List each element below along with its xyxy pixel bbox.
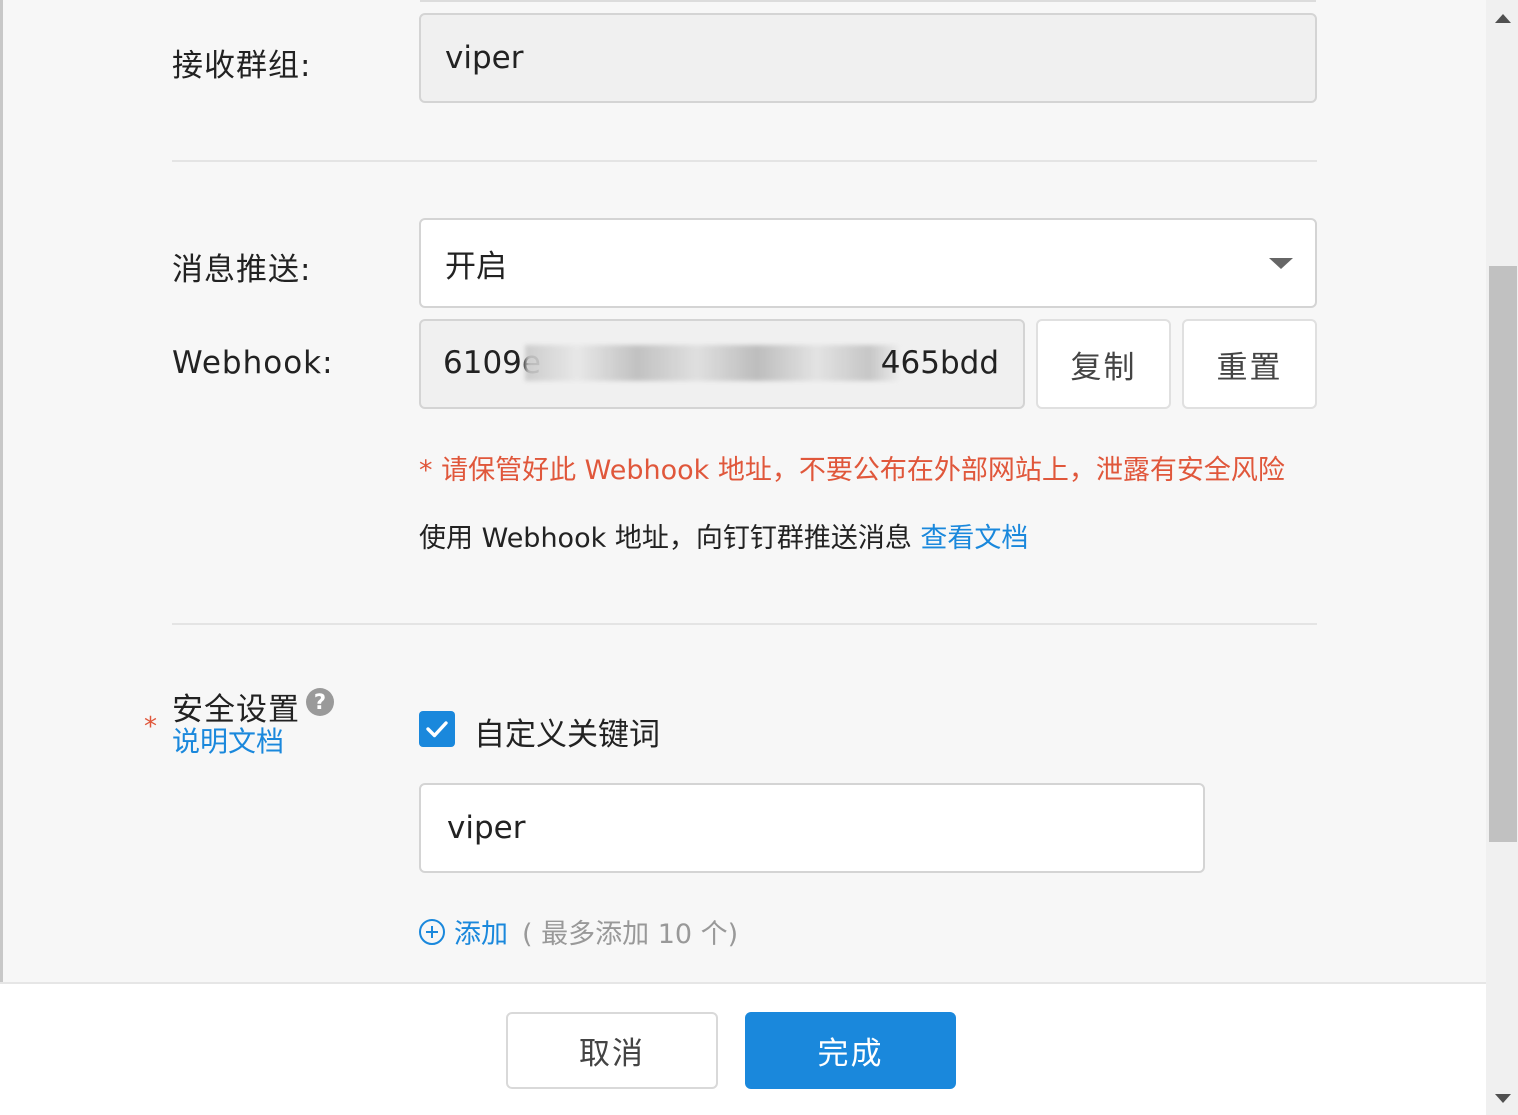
check-icon: [426, 721, 448, 738]
scroll-down-icon[interactable]: [1495, 1094, 1511, 1103]
add-keyword-button[interactable]: 添加: [454, 912, 508, 951]
keyword-value: viper: [447, 810, 526, 846]
divider: [172, 623, 1317, 625]
top-border: [420, 0, 1316, 2]
left-edge: [0, 0, 3, 1115]
keyword-checkbox-label[interactable]: 自定义关键词: [474, 709, 660, 754]
webhook-info-text: 使用 Webhook 地址，向钉钉群推送消息: [419, 523, 921, 554]
copy-button[interactable]: 复制: [1036, 319, 1171, 409]
scroll-up-icon[interactable]: [1495, 14, 1511, 23]
push-selected-value: 开启: [445, 248, 507, 285]
push-select[interactable]: 开启: [419, 218, 1317, 308]
cancel-button[interactable]: 取消: [506, 1012, 718, 1089]
webhook-warning: * 请保管好此 Webhook 地址，不要公布在外部网站上，泄露有安全风险: [419, 455, 1285, 486]
plus-circle-icon[interactable]: [418, 918, 446, 946]
divider: [172, 160, 1317, 162]
add-keyword-row: 添加 ( 最多添加 10 个): [418, 912, 738, 951]
vertical-scrollbar[interactable]: [1486, 0, 1518, 1115]
dialog-footer: [0, 982, 1486, 1115]
webhook-info: 使用 Webhook 地址，向钉钉群推送消息 查看文档: [419, 516, 1028, 555]
push-label: 消息推送:: [172, 252, 312, 288]
group-field: viper: [419, 13, 1317, 103]
group-label: 接收群组:: [172, 48, 312, 84]
reset-button[interactable]: 重置: [1182, 319, 1317, 409]
webhook-field[interactable]: 6109e 465bdd: [419, 319, 1025, 409]
security-doc-link[interactable]: 说明文档: [172, 720, 284, 760]
scroll-thumb[interactable]: [1489, 266, 1517, 842]
help-icon[interactable]: ?: [306, 688, 334, 716]
required-mark: *: [144, 712, 157, 742]
view-docs-link[interactable]: 查看文档: [920, 523, 1028, 554]
keyword-checkbox[interactable]: [419, 711, 455, 747]
keyword-input[interactable]: viper: [419, 783, 1205, 873]
webhook-label: Webhook:: [172, 345, 334, 381]
chevron-down-icon: [1269, 258, 1293, 269]
add-keyword-hint: ( 最多添加 10 个): [522, 919, 739, 950]
group-value: viper: [445, 40, 524, 76]
webhook-redacted-mask: [525, 345, 899, 381]
webhook-value-end: 465bdd: [880, 345, 999, 381]
done-button[interactable]: 完成: [745, 1012, 956, 1089]
dingtalk-robot-settings-dialog: 接收群组: viper 消息推送: 开启 Webhook: 6109e 465b…: [0, 0, 1518, 1115]
